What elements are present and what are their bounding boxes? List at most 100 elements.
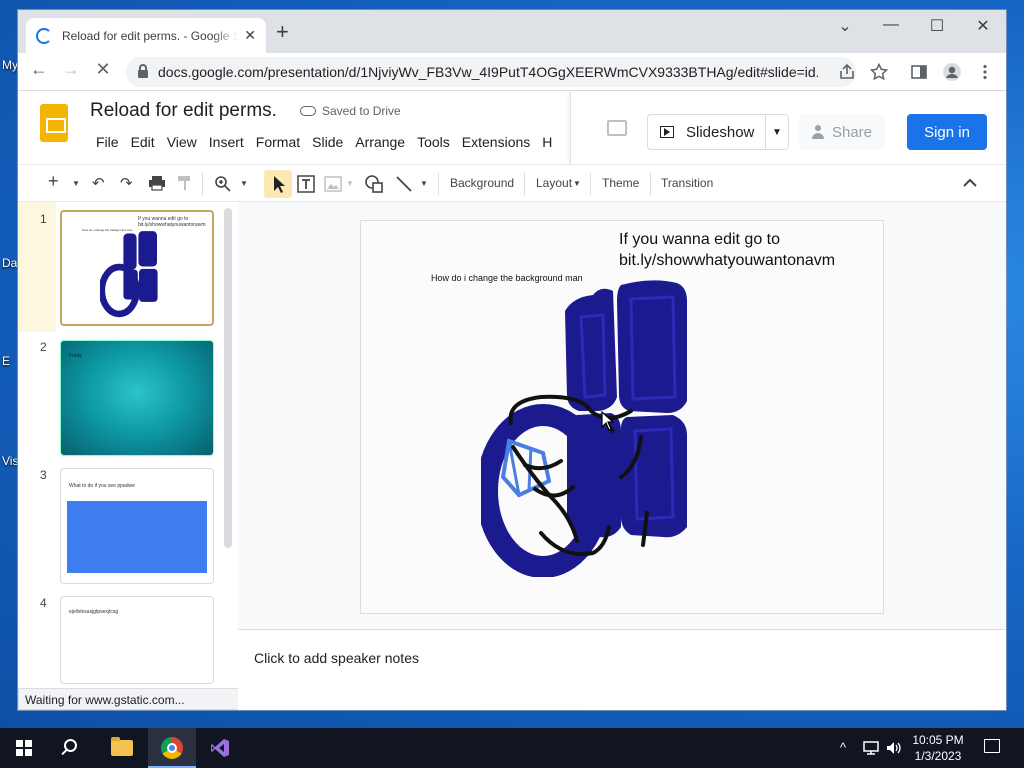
redo-icon[interactable]: ↷ bbox=[120, 174, 133, 192]
slide-thumbnail-1[interactable]: If you wanna edit go to bit.ly/showwhaty… bbox=[60, 210, 214, 326]
tab-search-icon[interactable]: ⌄ bbox=[830, 16, 860, 36]
image-dropdown-icon[interactable]: ▼ bbox=[346, 179, 354, 188]
slide-heading[interactable]: If you wanna edit go to bit.ly/showwhaty… bbox=[619, 229, 835, 271]
volume-icon[interactable] bbox=[886, 740, 902, 756]
slide-number: 4 bbox=[40, 596, 47, 610]
slide-filmstrip: 1 If you wanna edit go to bit.ly/showwha… bbox=[18, 202, 238, 710]
slide-number: 3 bbox=[40, 468, 47, 482]
slides-header: Reload for edit perms. Saved to Drive Fi… bbox=[18, 92, 1006, 164]
slide-heading-line: bit.ly/showwhatyouwantonavm bbox=[619, 252, 836, 269]
thumb-heading: bit.ly/showwhatyouwantonavm bbox=[138, 222, 206, 228]
slide-thumbnail-3[interactable]: What to do if you see ppadwe bbox=[60, 468, 214, 584]
header-actions: Slideshow ▼ Share Sign in bbox=[570, 92, 1006, 164]
clock-date: 1/3/2023 bbox=[914, 749, 962, 763]
save-status[interactable]: Saved to Drive bbox=[300, 104, 401, 118]
menu-bar: File Edit View Insert Format Slide Arran… bbox=[90, 130, 558, 154]
speaker-notes[interactable]: Click to add speaker notes bbox=[238, 630, 1006, 710]
menu-extensions[interactable]: Extensions bbox=[456, 130, 536, 154]
zoom-icon[interactable] bbox=[214, 175, 232, 193]
menu-file[interactable]: File bbox=[90, 130, 125, 154]
select-tool[interactable] bbox=[264, 170, 292, 198]
print-icon[interactable] bbox=[148, 175, 166, 191]
browser-window: Reload for edit perms. - Google Slides ✕… bbox=[18, 10, 1006, 710]
desktop-icon-label[interactable]: Da bbox=[2, 256, 17, 270]
menu-view[interactable]: View bbox=[161, 130, 203, 154]
current-slide[interactable]: If you wanna edit go to bit.ly/showwhaty… bbox=[360, 220, 884, 614]
line-dropdown-icon[interactable]: ▼ bbox=[420, 179, 428, 188]
chrome-menu-icon[interactable] bbox=[976, 63, 994, 81]
comment-history-icon[interactable] bbox=[607, 120, 627, 136]
browser-tab[interactable]: Reload for edit perms. - Google Slides ✕ bbox=[26, 18, 266, 53]
thumb-drawing bbox=[100, 231, 158, 318]
menu-help[interactable]: H bbox=[536, 130, 558, 154]
slideshow-dropdown-icon[interactable]: ▼ bbox=[766, 127, 788, 138]
zoom-dropdown-icon[interactable]: ▼ bbox=[240, 179, 248, 188]
undo-icon[interactable]: ↶ bbox=[92, 174, 105, 192]
minimize-button[interactable]: — bbox=[876, 16, 906, 34]
document-title[interactable]: Reload for edit perms. bbox=[90, 100, 277, 122]
notification-center-icon[interactable] bbox=[984, 739, 1000, 753]
menu-format[interactable]: Format bbox=[250, 130, 306, 154]
address-bar[interactable]: docs.google.com/presentation/d/1NjviyWv_… bbox=[126, 57, 856, 87]
cloud-saved-icon bbox=[300, 106, 316, 116]
tab-title: Reload for edit perms. - Google Slides bbox=[62, 28, 239, 43]
side-panel-icon[interactable] bbox=[910, 63, 928, 81]
share-button[interactable]: Share bbox=[799, 114, 885, 150]
cursor-arrow-icon bbox=[274, 176, 285, 193]
taskbar-file-explorer[interactable] bbox=[98, 728, 146, 768]
folder-icon bbox=[111, 737, 133, 756]
start-windows-icon[interactable] bbox=[16, 740, 32, 756]
paint-format-icon[interactable] bbox=[176, 175, 194, 191]
slide-thumbnail-2[interactable]: Fonts bbox=[60, 340, 214, 456]
menu-insert[interactable]: Insert bbox=[203, 130, 250, 154]
windows-logo-drawing[interactable] bbox=[481, 277, 701, 577]
insert-image-icon[interactable] bbox=[324, 175, 342, 193]
slides-logo-icon[interactable] bbox=[40, 104, 68, 142]
text-box-icon[interactable] bbox=[296, 174, 316, 194]
bookmark-star-icon[interactable] bbox=[870, 63, 888, 81]
collapse-toolbar-icon[interactable] bbox=[962, 177, 978, 189]
back-button[interactable]: ← bbox=[26, 59, 52, 80]
slides-toolbar: + ▼ ↶ ↷ ▼ ▼ ▼ Background Layout ▼ Theme … bbox=[18, 164, 1006, 202]
shape-icon[interactable] bbox=[364, 174, 384, 194]
menu-edit[interactable]: Edit bbox=[125, 130, 161, 154]
profile-avatar-icon[interactable] bbox=[942, 62, 962, 82]
filmstrip-scrollbar[interactable] bbox=[224, 208, 232, 548]
desktop-icon-label[interactable]: Vis bbox=[2, 454, 18, 468]
layout-button[interactable]: Layout bbox=[536, 176, 572, 190]
layout-dropdown-icon[interactable]: ▼ bbox=[573, 179, 581, 188]
share-label: Share bbox=[831, 123, 873, 141]
transition-button[interactable]: Transition bbox=[661, 176, 713, 190]
desktop-icon-label[interactable]: E bbox=[2, 354, 10, 368]
new-slide-icon[interactable]: + bbox=[48, 171, 59, 192]
theme-button[interactable]: Theme bbox=[602, 176, 639, 190]
taskbar-chrome[interactable] bbox=[148, 728, 196, 768]
network-icon[interactable] bbox=[862, 740, 880, 756]
lock-icon bbox=[138, 64, 148, 78]
system-clock[interactable]: 10:05 PM 1/3/2023 bbox=[906, 732, 970, 764]
tab-close-icon[interactable]: ✕ bbox=[244, 27, 256, 44]
stop-loading-button[interactable]: ✕ bbox=[90, 59, 116, 80]
slideshow-start[interactable]: Slideshow bbox=[648, 115, 766, 149]
thumb-title: What to do if you see ppadwe bbox=[69, 483, 135, 489]
desktop-icon-label[interactable]: My bbox=[2, 58, 18, 72]
menu-tools[interactable]: Tools bbox=[411, 130, 456, 154]
new-tab-button[interactable]: + bbox=[276, 21, 289, 43]
menu-slide[interactable]: Slide bbox=[306, 130, 349, 154]
new-slide-dropdown-icon[interactable]: ▼ bbox=[72, 179, 80, 188]
forward-button[interactable]: → bbox=[58, 59, 84, 80]
close-window-button[interactable]: ✕ bbox=[968, 16, 998, 36]
taskbar-visual-studio[interactable] bbox=[196, 728, 244, 768]
line-icon[interactable] bbox=[394, 174, 414, 194]
share-page-icon[interactable] bbox=[838, 63, 856, 81]
browser-titlebar: Reload for edit perms. - Google Slides ✕… bbox=[18, 10, 1006, 53]
tray-chevron-icon[interactable]: ^ bbox=[840, 740, 846, 755]
slide-thumbnail-4[interactable]: ejellxlesaxjgtpsexjtcsg bbox=[60, 596, 214, 684]
background-button[interactable]: Background bbox=[450, 176, 514, 190]
toolbar-separator bbox=[650, 173, 651, 195]
menu-arrange[interactable]: Arrange bbox=[349, 130, 411, 154]
search-icon[interactable] bbox=[64, 739, 77, 752]
maximize-button[interactable]: ☐ bbox=[922, 16, 952, 36]
sign-in-button[interactable]: Sign in bbox=[907, 114, 987, 150]
slideshow-button[interactable]: Slideshow ▼ bbox=[647, 114, 789, 150]
